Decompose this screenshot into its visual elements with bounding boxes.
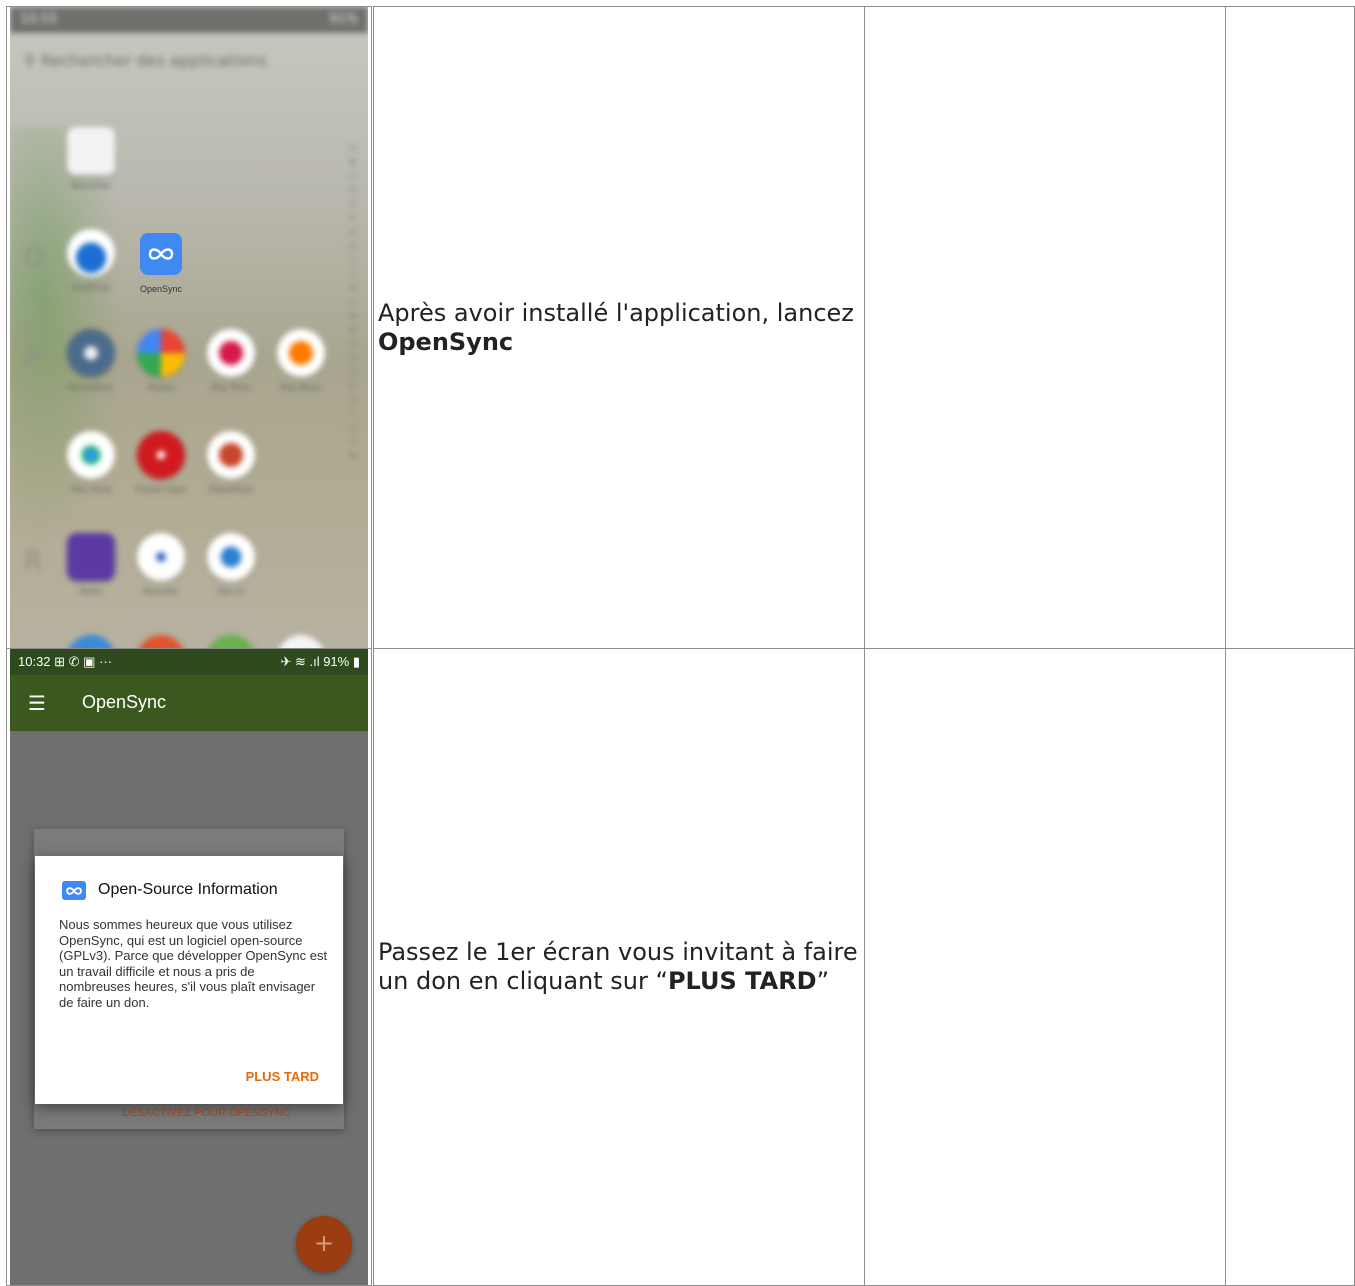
play-store-icon [67, 431, 115, 479]
onedrive-icon [67, 229, 115, 277]
app-powerpoint[interactable]: PowerPoint [196, 431, 266, 494]
status-time: 10:55 [20, 12, 58, 27]
open-source-dialog: Open-Source Information Nous sommes heur… [35, 856, 343, 1104]
add-fab-button[interactable]: + [296, 1216, 352, 1272]
recorder-icon [137, 533, 185, 581]
highlight-app-name: OpenSync [377, 327, 514, 356]
status-time: 10:32 [18, 654, 51, 669]
app-play-store[interactable]: Play Store [56, 431, 126, 494]
settings-icon [67, 329, 115, 377]
search-placeholder: Rechercher des applications [40, 51, 267, 70]
opensync-icon [62, 881, 86, 900]
powerpoint-icon [207, 431, 255, 479]
app-photos[interactable]: Photos [126, 329, 196, 392]
app-search-bar: ⚲ Rechercher des applications [24, 51, 267, 70]
status-bar: 10:55 91% [10, 7, 368, 33]
play-movies-icon [207, 329, 255, 377]
opensync-dialog-screenshot: 10:32 ⊞ ✆ ▣ ··· ✈ ≋ .ıl 91% ▮ ☰ OpenSync… [10, 649, 368, 1285]
blurred-drawer: 10:55 91% ⚲ Rechercher des applications … [10, 7, 368, 648]
status-battery: ✈ ≋ .ıl 91% ▮ [280, 654, 360, 669]
tutorial-table: 10:55 91% ⚲ Rechercher des applications … [6, 6, 1355, 1286]
app-recorder[interactable]: Recorder [126, 533, 196, 596]
app-drawer-screenshot: 10:55 91% ⚲ Rechercher des applications … [10, 7, 368, 648]
empty-cell [863, 6, 1226, 649]
status-battery: 91% [329, 12, 358, 27]
app-play-music[interactable]: Play Music [266, 329, 336, 392]
empty-cell [1224, 648, 1355, 1286]
step-instruction: Passez le 1er écran vous invitant à fair… [377, 938, 858, 995]
opensync-icon [140, 233, 182, 275]
screenshot-cell: 10:55 91% ⚲ Rechercher des applications … [6, 6, 374, 649]
app-partial [196, 635, 266, 648]
notification-icons: ⊞ ✆ ▣ ··· [54, 654, 113, 669]
status-bar: 10:32 ⊞ ✆ ▣ ··· ✈ ≋ .ıl 91% ▮ [10, 649, 368, 675]
app-radio[interactable]: Radio [56, 533, 126, 596]
app-partial [126, 635, 196, 648]
dialog-message: Nous sommes heureux que vous utilisez Op… [59, 917, 328, 1010]
app-parametres[interactable]: Paramètres [56, 329, 126, 392]
instruction-cell: Après avoir installé l'application, lanc… [371, 6, 865, 649]
section-letter: P [24, 343, 40, 373]
app-play-films[interactable]: Play Films [196, 329, 266, 392]
play-music-icon [277, 329, 325, 377]
app-onedrive[interactable]: OneDrive [56, 229, 126, 292]
app-nouvelles[interactable]: Nouvelles [56, 127, 126, 190]
dialog-title: Open-Source Information [98, 881, 278, 898]
table-row: 10:32 ⊞ ✆ ▣ ··· ✈ ≋ .ıl 91% ▮ ☰ OpenSync… [6, 648, 1355, 1286]
app-pocket-casts[interactable]: Pocket Casts [126, 431, 196, 494]
menu-icon[interactable]: ☰ [28, 693, 46, 713]
news-icon [67, 127, 115, 175]
app-title: OpenSync [82, 692, 167, 712]
plus-tard-button[interactable]: PLUS TARD [246, 1069, 319, 1084]
section-letter: R [24, 547, 43, 577]
empty-cell [863, 648, 1226, 1286]
radio-icon [67, 533, 115, 581]
app-run[interactable]: Run.rb [196, 533, 266, 596]
app-partial [56, 635, 126, 648]
alphabet-index: ABCDEFGHIJKLMNOPQRSTUVW [348, 144, 358, 462]
app-partial [266, 635, 336, 648]
screenshot-cell: 10:32 ⊞ ✆ ▣ ··· ✈ ≋ .ıl 91% ▮ ☰ OpenSync… [6, 648, 374, 1286]
app-opensync[interactable]: OpenSync [138, 233, 184, 294]
run-icon [207, 533, 255, 581]
instruction-cell: Passez le 1er écran vous invitant à fair… [371, 648, 865, 1286]
section-letter: O [24, 243, 45, 273]
search-icon: ⚲ [24, 51, 41, 70]
pocket-casts-icon [137, 431, 185, 479]
app-label: OpenSync [139, 284, 183, 294]
step-instruction: Après avoir installé l'application, lanc… [377, 298, 854, 356]
behind-button: DÉSACTIVEZ POUR OPENSYNC [122, 1107, 291, 1119]
highlight-button-name: PLUS TARD [667, 967, 817, 995]
empty-cell [1224, 6, 1355, 649]
table-row: 10:55 91% ⚲ Rechercher des applications … [6, 6, 1355, 649]
app-bar: ☰ OpenSync [10, 675, 368, 731]
photos-icon [137, 329, 185, 377]
